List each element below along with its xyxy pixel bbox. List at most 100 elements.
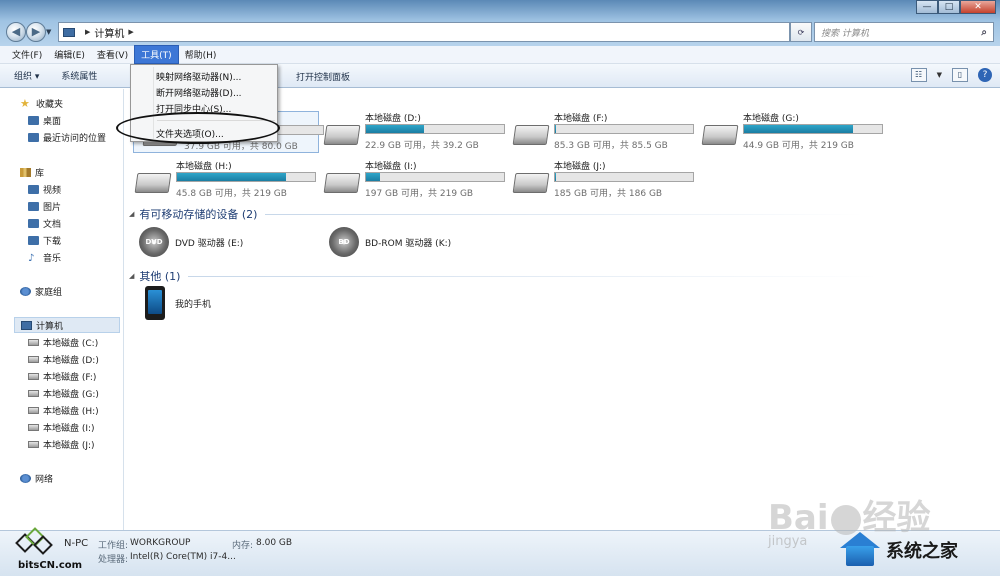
collapse-triangle-icon[interactable]: ◢ (129, 210, 134, 218)
menu-file[interactable]: 文件(F) (6, 46, 48, 63)
drive-name: 本地磁盘 (D:) (365, 114, 421, 124)
search-icon[interactable]: ⌕ (981, 27, 987, 38)
sidebar-item-computer[interactable]: 计算机 (14, 317, 120, 333)
breadcrumb-chevron-icon[interactable]: ▶ (128, 28, 133, 36)
sidebar-item-documents[interactable]: 文档 (28, 217, 61, 230)
sidebar-item-drive-f[interactable]: 本地磁盘 (F:) (28, 370, 96, 383)
network-icon (20, 474, 31, 483)
drive-tile-i[interactable]: 本地磁盘 (I:) 197 GB 可用，共 219 GB (315, 159, 505, 201)
view-options-icon[interactable]: ☷ (910, 68, 927, 82)
usage-bar-fill (366, 173, 380, 181)
usage-bar-fill (555, 173, 557, 181)
sidebar-item-favorites[interactable]: ★ 收藏夹 (20, 97, 63, 110)
drive-name: 本地磁盘 (G:) (743, 114, 799, 124)
homegroup-icon (20, 287, 31, 296)
bd-drive-tile[interactable]: BD BD-ROM 驱动器 (K:) (329, 227, 451, 257)
maximize-button[interactable]: □ (938, 0, 960, 14)
drive-free-space: 85.3 GB 可用，共 85.5 GB (554, 141, 668, 151)
document-icon (28, 219, 39, 228)
system-properties-button[interactable]: 系统属性 (61, 69, 97, 82)
bd-drive-label: BD-ROM 驱动器 (K:) (365, 238, 452, 249)
sidebar-item-desktop[interactable]: 桌面 (28, 114, 61, 127)
dvd-drive-label: DVD 驱动器 (E:) (175, 238, 244, 249)
video-icon (28, 185, 39, 194)
cpu-key: 处理器: (98, 555, 129, 565)
sidebar-item-downloads[interactable]: 下载 (28, 234, 61, 247)
drive-icon (28, 390, 39, 397)
sidebar-item-pictures[interactable]: 图片 (28, 200, 61, 213)
sidebar-item-network[interactable]: 网络 (20, 472, 53, 485)
drive-tile-g[interactable]: 本地磁盘 (G:) 44.9 GB 可用，共 219 GB (693, 111, 883, 153)
address-bar[interactable]: ▶ 计算机 ▶ (58, 22, 790, 42)
sidebar-item-libraries[interactable]: 库 (20, 166, 44, 179)
sidebar-item-drive-j[interactable]: 本地磁盘 (J:) (28, 438, 95, 451)
sidebar-item-recent[interactable]: 最近访问的位置 (28, 131, 106, 144)
memory-key: 内存: (232, 541, 254, 551)
dvd-drive-tile[interactable]: DVD DVD 驱动器 (E:) (139, 227, 243, 257)
sidebar-item-drive-h[interactable]: 本地磁盘 (H:) (28, 404, 99, 417)
collapse-triangle-icon[interactable]: ◢ (129, 272, 134, 280)
drive-icon (28, 441, 39, 448)
help-icon[interactable]: ? (978, 68, 992, 82)
memory-value: 8.00 GB (256, 538, 293, 548)
drive-icon (28, 373, 39, 380)
sidebar-item-music[interactable]: ♪ 音乐 (28, 251, 61, 264)
search-placeholder: 搜索 计算机 (821, 28, 869, 39)
drive-icon (28, 339, 39, 346)
hard-drive-icon (134, 173, 172, 193)
sidebar-item-drive-i[interactable]: 本地磁盘 (I:) (28, 421, 95, 434)
menu-view[interactable]: 查看(V) (91, 46, 134, 63)
highlight-ellipse (116, 112, 280, 144)
pc-name: N-PC (64, 538, 89, 549)
phone-device-tile[interactable]: 我的手机 (145, 286, 211, 320)
drive-icon (28, 407, 39, 414)
sidebar-item-drive-g[interactable]: 本地磁盘 (G:) (28, 387, 99, 400)
sidebar-item-homegroup[interactable]: 家庭组 (20, 285, 62, 298)
picture-icon (28, 202, 39, 211)
hard-drive-icon (512, 125, 550, 145)
workgroup-value: WORKGROUP (130, 538, 191, 548)
phone-icon (145, 286, 165, 320)
computer-icon (63, 27, 75, 37)
search-box[interactable]: 搜索 计算机 ⌕ (814, 22, 994, 42)
group-header-removable[interactable]: ◢ 有可移动存储的设备 (2) (129, 206, 866, 222)
drive-tile-f[interactable]: 本地磁盘 (F:) 85.3 GB 可用，共 85.5 GB (504, 111, 694, 153)
sidebar-item-videos[interactable]: 视频 (28, 183, 61, 196)
back-button[interactable]: ◀ (6, 22, 26, 42)
cpu-value: Intel(R) Core(TM) i7-4... (130, 552, 236, 562)
refresh-button[interactable]: ⟳ (790, 22, 812, 42)
close-button[interactable]: ✕ (960, 0, 996, 14)
phone-label: 我的手机 (175, 299, 212, 310)
content-pane: 37.9 GB 可用，共 80.0 GB 本地磁盘 (D:) 22.9 GB 可… (125, 89, 1000, 530)
menu-tools[interactable]: 工具(T) (134, 45, 179, 64)
star-icon: ★ (20, 97, 30, 110)
breadcrumb-chevron-icon[interactable]: ▶ (85, 28, 90, 36)
sidebar-item-drive-d[interactable]: 本地磁盘 (D:) (28, 353, 99, 366)
drive-tile-d[interactable]: 本地磁盘 (D:) 22.9 GB 可用，共 39.2 GB (315, 111, 505, 153)
drive-name: 本地磁盘 (H:) (176, 162, 232, 172)
view-dropdown-icon[interactable]: ▼ (937, 71, 942, 79)
usage-bar-fill (555, 125, 557, 133)
drive-name: 本地磁盘 (I:) (365, 162, 417, 172)
title-bar: ◀ ▶ ▼ ▶ 计算机 ▶ ⟳ 搜索 计算机 ⌕ — □ ✕ (0, 0, 1000, 46)
organize-button[interactable]: 组织 ▾ (14, 69, 39, 82)
minimize-button[interactable]: — (916, 0, 938, 14)
open-control-panel-button[interactable]: 打开控制面板 (296, 70, 350, 83)
dvd-disc-icon: DVD (139, 227, 169, 257)
group-header-other[interactable]: ◢ 其他 (1) (129, 268, 879, 284)
breadcrumb-computer[interactable]: 计算机 (94, 25, 124, 40)
menu-edit[interactable]: 编辑(E) (48, 46, 91, 63)
drive-tile-j[interactable]: 本地磁盘 (J:) 185 GB 可用，共 186 GB (504, 159, 694, 201)
sidebar-item-drive-c[interactable]: 本地磁盘 (C:) (28, 336, 98, 349)
drive-free-space: 44.9 GB 可用，共 219 GB (743, 141, 854, 151)
menu-bar: 文件(F) 编辑(E) 查看(V) 工具(T) 帮助(H) (0, 45, 1000, 64)
preview-pane-icon[interactable]: ▯ (952, 68, 968, 82)
drive-tile-h[interactable]: 本地磁盘 (H:) 45.8 GB 可用，共 219 GB (126, 159, 316, 201)
computer-icon (21, 320, 32, 330)
history-dropdown-icon[interactable]: ▼ (46, 28, 51, 36)
forward-button[interactable]: ▶ (26, 22, 46, 42)
bitscn-logo (14, 526, 54, 560)
menu-help[interactable]: 帮助(H) (179, 46, 223, 63)
drive-icon (28, 424, 39, 431)
drive-free-space: 22.9 GB 可用，共 39.2 GB (365, 141, 479, 151)
